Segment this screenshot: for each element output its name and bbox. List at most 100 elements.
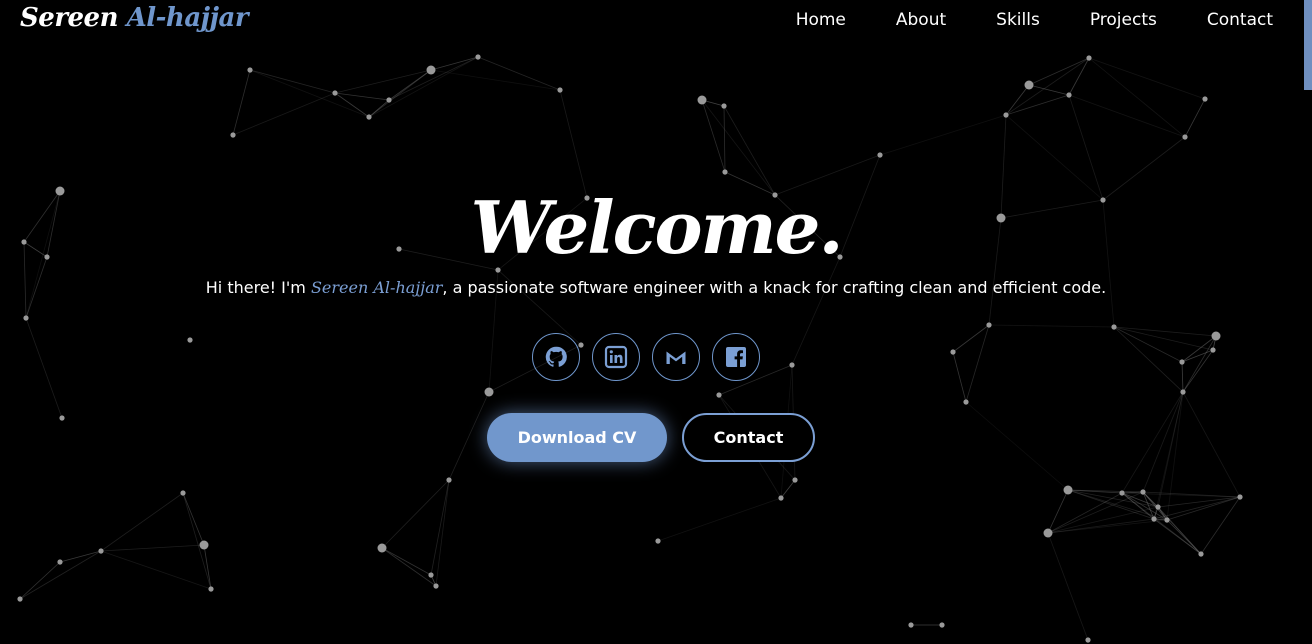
network-node [1066, 92, 1072, 98]
network-node [475, 54, 481, 60]
network-node [1111, 324, 1117, 330]
network-node [877, 152, 883, 158]
nav-home[interactable]: Home [796, 10, 846, 30]
github-link[interactable] [532, 333, 580, 381]
network-link [988, 324, 1115, 328]
nav-skills[interactable]: Skills [996, 10, 1040, 30]
gmail-icon [666, 351, 686, 364]
network-node [721, 103, 727, 109]
network-link [381, 547, 437, 587]
network-link [1184, 98, 1206, 138]
network-node [655, 538, 661, 544]
network-node [433, 583, 439, 589]
network-link [232, 92, 336, 136]
network-link [879, 114, 1007, 156]
network-link [559, 89, 588, 199]
social-links [532, 333, 760, 381]
network-node [59, 415, 65, 421]
network-link [182, 492, 212, 590]
network-node [187, 337, 193, 343]
network-node [1140, 489, 1146, 495]
network-link [952, 351, 967, 403]
nav-contact[interactable]: Contact [1207, 10, 1273, 30]
network-node [1086, 55, 1092, 61]
network-node [1179, 359, 1185, 365]
network-node [230, 132, 236, 138]
network-node [247, 67, 253, 73]
download-cv-button[interactable]: Download CV [487, 413, 667, 462]
network-link [1047, 492, 1123, 534]
network-node [377, 543, 387, 553]
network-node [1210, 347, 1216, 353]
gmail-link[interactable] [652, 333, 700, 381]
network-node [1202, 96, 1208, 102]
network-node [1151, 516, 1157, 522]
network-node [1119, 490, 1125, 496]
network-node [386, 97, 392, 103]
network-link [388, 56, 479, 101]
network-link [1088, 57, 1186, 138]
network-link [1068, 94, 1186, 138]
network-link [723, 105, 726, 173]
network-link [334, 69, 432, 94]
network-link [448, 391, 490, 481]
network-link [368, 56, 479, 118]
network-link [1005, 57, 1090, 116]
network-link [1028, 57, 1090, 86]
network-node [557, 87, 563, 93]
network-link [965, 324, 990, 403]
network-link [1047, 532, 1089, 641]
logo-last-name: Al-hajjar [126, 3, 249, 33]
network-node [1164, 517, 1170, 523]
network-node [792, 477, 798, 483]
network-link [25, 317, 63, 419]
network-link [203, 544, 212, 590]
network-node [1085, 637, 1091, 643]
network-node [716, 392, 722, 398]
network-link [1121, 492, 1159, 508]
network-node [332, 90, 338, 96]
network-node [1182, 134, 1188, 140]
network-node [1198, 551, 1204, 557]
hero-intro: Hi there! I'm Sereen Al-hajjar, a passio… [0, 278, 1312, 297]
network-link [1113, 326, 1184, 393]
network-node [986, 322, 992, 328]
network-link [100, 544, 205, 552]
facebook-link[interactable] [712, 333, 760, 381]
page: Sereen Al-hajjar Home About Skills Proje… [0, 0, 1312, 644]
nav-projects[interactable]: Projects [1090, 10, 1157, 30]
scrollbar-thumb[interactable] [1304, 0, 1312, 90]
network-link [1182, 391, 1241, 498]
network-link [249, 69, 336, 94]
network-node [789, 362, 795, 368]
network-node [950, 349, 956, 355]
network-link [780, 479, 796, 499]
network-link [100, 550, 212, 590]
network-link [701, 99, 726, 173]
network-link [1028, 84, 1070, 96]
network-node [208, 586, 214, 592]
network-node [1063, 485, 1073, 495]
network-link [435, 479, 450, 587]
network-link [430, 479, 450, 576]
network-link [1157, 506, 1202, 555]
network-link [19, 561, 61, 600]
network-link [381, 547, 432, 576]
network-link [723, 105, 776, 196]
network-link [249, 69, 370, 118]
site-logo[interactable]: Sereen Al-hajjar [20, 3, 249, 33]
network-link [1047, 519, 1168, 534]
network-link [1113, 326, 1214, 351]
nav-about[interactable]: About [896, 10, 946, 30]
network-node [98, 548, 104, 554]
network-node [199, 540, 209, 550]
intro-text-before: Hi there! I'm [205, 278, 311, 297]
contact-button[interactable]: Contact [682, 413, 815, 462]
network-link [1005, 94, 1070, 116]
network-link [232, 69, 251, 136]
network-link [1088, 57, 1206, 100]
network-node [778, 495, 784, 501]
main-nav: Home About Skills Projects Contact [746, 10, 1273, 30]
network-node [23, 315, 29, 321]
linkedin-link[interactable] [592, 333, 640, 381]
